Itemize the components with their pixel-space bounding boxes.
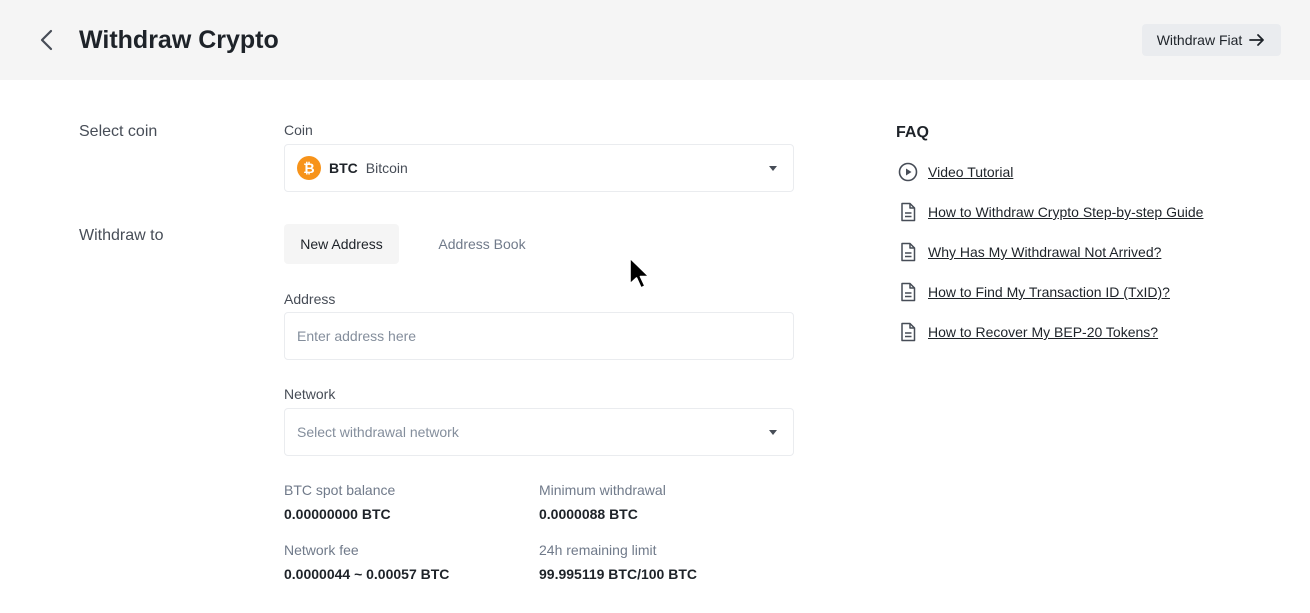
- faq-item-withdrawal-not-arrived[interactable]: Why Has My Withdrawal Not Arrived?: [896, 240, 1161, 264]
- remaining-limit-value: 99.995119 BTC/100 BTC: [539, 566, 697, 582]
- withdraw-fiat-button[interactable]: Withdraw Fiat: [1142, 24, 1281, 56]
- network-field-label: Network: [284, 386, 336, 402]
- arrow-right-icon: [1248, 31, 1266, 49]
- spot-balance-value: 0.00000000 BTC: [284, 506, 391, 522]
- withdraw-to-label: Withdraw to: [79, 227, 164, 244]
- min-withdrawal-value: 0.0000088 BTC: [539, 506, 638, 522]
- network-placeholder: Select withdrawal network: [297, 424, 459, 440]
- coin-name: Bitcoin: [365, 160, 408, 176]
- caret-down-icon: [769, 166, 777, 171]
- coin-symbol: BTC: [329, 160, 358, 176]
- network-fee-value: 0.0000044 ~ 0.00057 BTC: [284, 566, 450, 582]
- faq-item-find-txid[interactable]: How to Find My Transaction ID (TxID)?: [896, 280, 1170, 304]
- faq-link[interactable]: How to Recover My BEP-20 Tokens?: [928, 324, 1158, 340]
- bitcoin-icon: ₿: [297, 156, 321, 180]
- faq-title: FAQ: [896, 124, 929, 141]
- document-icon: [896, 320, 920, 344]
- tab-address-book[interactable]: Address Book: [421, 224, 543, 264]
- faq-item-video-tutorial[interactable]: Video Tutorial: [896, 160, 1013, 184]
- faq-link[interactable]: Video Tutorial: [928, 164, 1013, 180]
- select-coin-label: Select coin: [79, 123, 158, 140]
- spot-balance-label: BTC spot balance: [284, 482, 396, 498]
- tab-new-address[interactable]: New Address: [284, 224, 399, 264]
- coin-field-label: Coin: [284, 122, 313, 138]
- document-icon: [896, 240, 920, 264]
- faq-item-withdraw-guide[interactable]: How to Withdraw Crypto Step-by-step Guid…: [896, 200, 1203, 224]
- faq-link[interactable]: How to Find My Transaction ID (TxID)?: [928, 284, 1170, 300]
- withdraw-fiat-label: Withdraw Fiat: [1156, 32, 1243, 48]
- caret-down-icon: [769, 430, 777, 435]
- network-fee-label: Network fee: [284, 542, 359, 558]
- remaining-limit-label: 24h remaining limit: [539, 542, 657, 558]
- address-field-label: Address: [284, 291, 336, 307]
- play-circle-icon: [896, 160, 920, 184]
- faq-item-recover-bep20[interactable]: How to Recover My BEP-20 Tokens?: [896, 320, 1158, 344]
- page-header: Withdraw Crypto Withdraw Fiat: [0, 0, 1310, 80]
- faq-link[interactable]: Why Has My Withdrawal Not Arrived?: [928, 244, 1161, 260]
- network-select[interactable]: Select withdrawal network: [284, 408, 794, 456]
- coin-select[interactable]: ₿ BTC Bitcoin: [284, 144, 794, 192]
- document-icon: [896, 200, 920, 224]
- back-icon[interactable]: [34, 26, 62, 54]
- document-icon: [896, 280, 920, 304]
- min-withdrawal-label: Minimum withdrawal: [539, 482, 666, 498]
- page-title: Withdraw Crypto: [79, 26, 279, 54]
- mouse-cursor-icon: [628, 256, 652, 292]
- address-input[interactable]: [284, 312, 794, 360]
- faq-link[interactable]: How to Withdraw Crypto Step-by-step Guid…: [928, 204, 1203, 220]
